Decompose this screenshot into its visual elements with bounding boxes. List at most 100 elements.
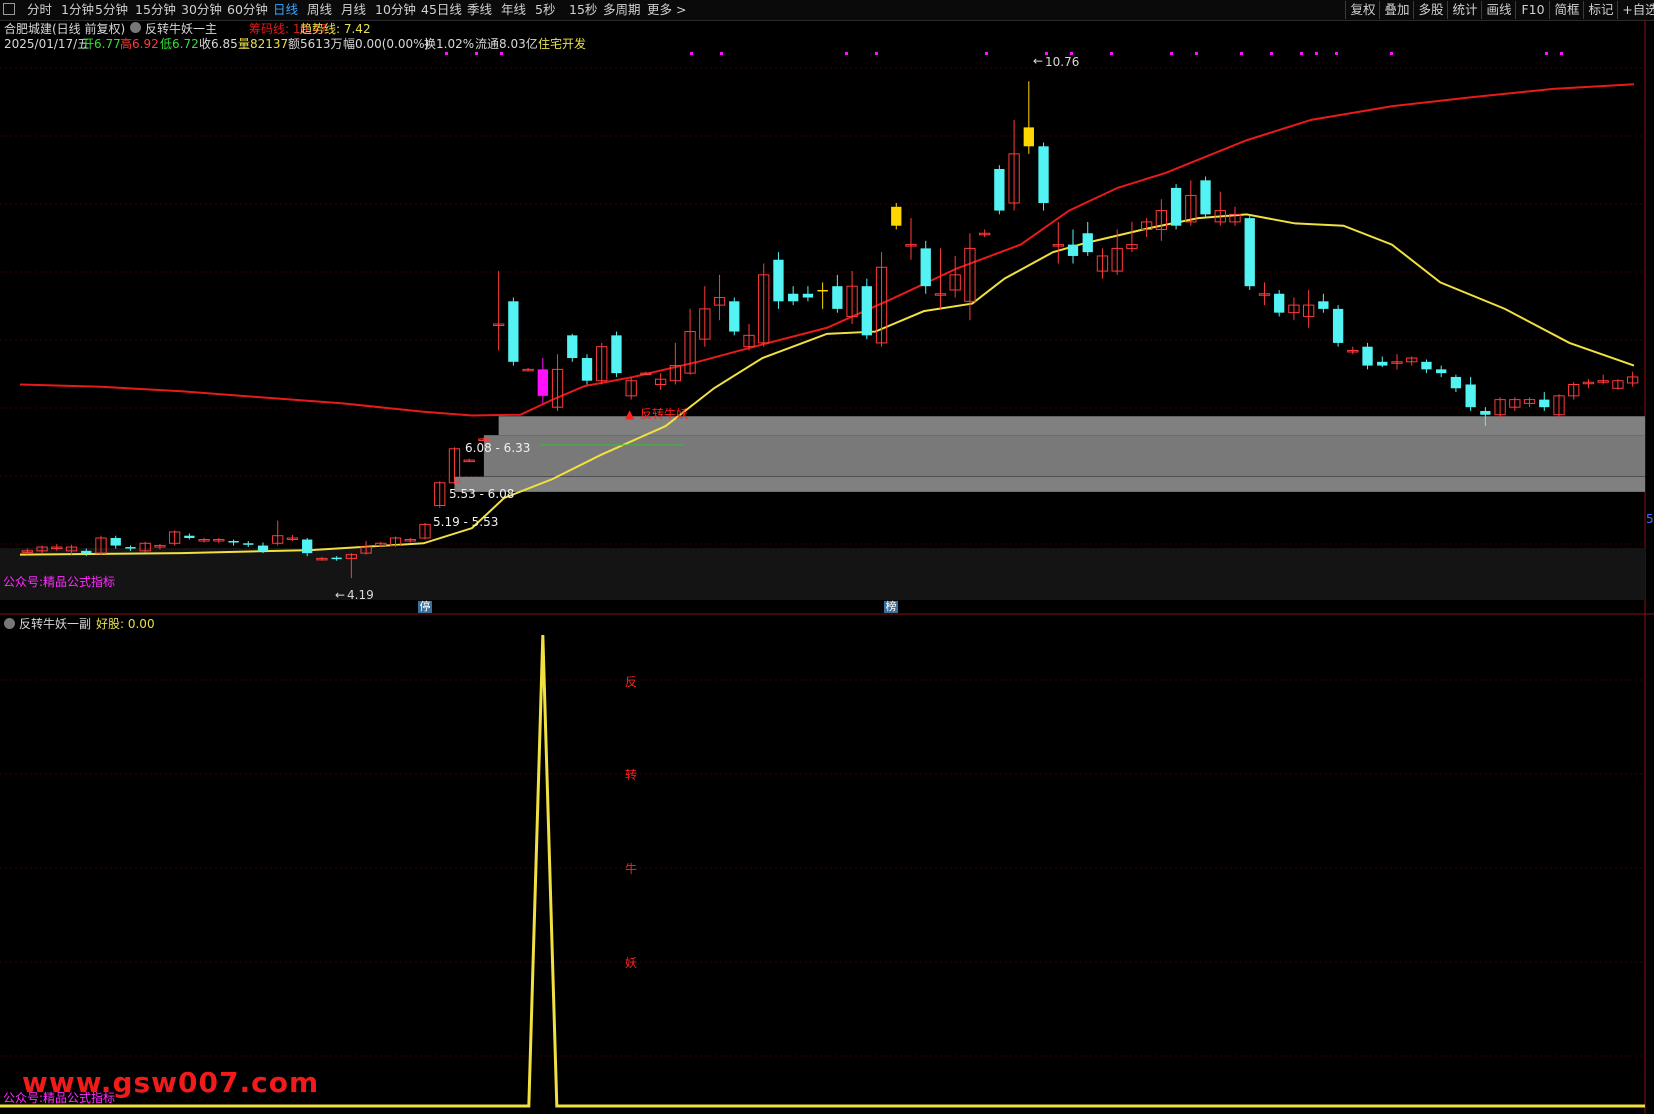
candle-body xyxy=(1023,127,1034,147)
spike-char-4: 妖 xyxy=(625,956,638,970)
signal-dot xyxy=(1300,52,1303,55)
signal-dot xyxy=(1390,52,1393,55)
candle-body xyxy=(1377,361,1388,366)
sub-indicator-value: 好股: 0.00 xyxy=(96,617,155,631)
spike-char-2: 转 xyxy=(625,768,638,782)
candle-body xyxy=(802,293,814,298)
volume-strip xyxy=(0,548,1645,600)
peak-arrow-icon: ← xyxy=(1033,54,1044,68)
right-edge-label: 5 xyxy=(1646,512,1654,526)
candle-body xyxy=(184,535,195,538)
signal-dot xyxy=(1195,52,1198,55)
candle-body xyxy=(243,543,254,545)
candle-body xyxy=(1480,410,1491,415)
quote-open: 开6.77 xyxy=(82,37,121,51)
quote-close: 收6.85 xyxy=(199,37,238,51)
kline-chart[interactable] xyxy=(0,0,1654,1114)
peak-price-label: 10.76 xyxy=(1045,55,1080,69)
quote-float-cap: 流通8.03亿 xyxy=(475,37,538,51)
signal-dot xyxy=(1110,52,1113,55)
signal-dot xyxy=(1240,52,1243,55)
candle-body xyxy=(302,539,313,554)
quote-turnover: 换1.02% xyxy=(424,37,475,51)
quote-sector[interactable]: 住宅开发 xyxy=(538,37,586,51)
signal-dot xyxy=(1170,52,1173,55)
candle-body xyxy=(331,557,342,560)
quote-date: 2025/01/17/五 xyxy=(4,37,90,51)
axis-marker-right[interactable]: 榜 xyxy=(884,601,898,613)
support-zone-lower xyxy=(454,476,1645,492)
signal-dot xyxy=(845,52,848,55)
zone-top-label: 6.08 - 6.33 xyxy=(465,441,531,455)
candle-body xyxy=(832,286,843,309)
low-arrow-icon: ← xyxy=(335,588,346,602)
signal-dot xyxy=(1270,52,1273,55)
candle-body xyxy=(567,335,578,359)
main-watermark: 公众号:精品公式指标 xyxy=(3,575,116,589)
signal-dot xyxy=(985,52,988,55)
candle-body xyxy=(817,289,828,292)
zone-low-label: 5.19 - 5.53 xyxy=(433,515,499,529)
candle-body xyxy=(861,286,872,336)
candle-body xyxy=(1200,180,1211,215)
signal-dot xyxy=(1315,52,1318,55)
candle-body xyxy=(788,293,799,302)
candle-body xyxy=(81,550,92,554)
signal-dot xyxy=(1335,52,1338,55)
spike-char-1: 反 xyxy=(625,675,638,689)
quote-change: 幅0.00(0.00%) xyxy=(343,37,430,51)
signal-dot xyxy=(500,52,503,55)
stock-title: 合肥城建(日线 前复权) xyxy=(4,22,126,36)
candle-body xyxy=(537,369,548,396)
sub-indicator-title[interactable]: 反转牛妖一副 xyxy=(19,617,91,631)
candle-body xyxy=(228,541,239,543)
signal-dot xyxy=(1545,52,1548,55)
signal-dot xyxy=(690,52,693,55)
candle-body xyxy=(110,537,121,546)
signal-dot xyxy=(1560,52,1563,55)
candle-body xyxy=(1436,369,1447,374)
signal-up-icon: ▲ xyxy=(625,407,635,421)
quote-high: 高6.92 xyxy=(120,37,159,51)
candle-body xyxy=(1539,399,1550,408)
signal-label: 反转牛妖 xyxy=(640,407,689,421)
indicator-dropdown-icon[interactable] xyxy=(130,22,141,33)
indicator-name[interactable]: 反转牛妖一主 xyxy=(145,22,217,36)
quote-volume: 量82137 xyxy=(238,37,289,51)
signal-dot xyxy=(475,52,478,55)
candle-body xyxy=(1421,361,1432,370)
signal-dot xyxy=(720,52,723,55)
support-zone-middle xyxy=(483,435,1646,477)
zone-mid-label: 5.53 - 6.08 xyxy=(449,487,515,501)
candle-body xyxy=(125,547,136,549)
axis-marker-left[interactable]: 停 xyxy=(418,601,432,613)
site-watermark: www.gsw007.com xyxy=(22,1066,320,1099)
signal-dot xyxy=(875,52,878,55)
candle-body xyxy=(1274,293,1285,313)
candle-body xyxy=(1332,308,1344,343)
candle-body xyxy=(1082,233,1093,253)
candle-body xyxy=(994,168,1005,211)
low-price-label: 4.19 xyxy=(347,588,374,602)
candle-body xyxy=(1170,187,1182,226)
trend-line-label: 趋势线: 7.42 xyxy=(300,22,371,36)
spike-char-3: 牛 xyxy=(625,862,638,876)
trend-line xyxy=(19,213,1635,556)
cost-line xyxy=(19,83,1635,417)
sub-indicator-line xyxy=(0,634,1645,1108)
candle-body xyxy=(773,259,784,302)
candle-body xyxy=(891,206,902,226)
quote-amount: 额5613万 xyxy=(288,37,343,51)
candle-body xyxy=(611,335,622,374)
candle-body xyxy=(1318,301,1329,309)
candle-body xyxy=(920,248,931,287)
candle-body xyxy=(1465,384,1476,408)
signal-dot xyxy=(445,52,448,55)
sub-indicator-dropdown-icon[interactable] xyxy=(4,618,15,629)
candle-body xyxy=(508,301,519,362)
candle-body xyxy=(1362,346,1373,366)
candle-body xyxy=(1450,376,1462,389)
candle-body xyxy=(729,301,740,332)
quote-low: 低6.72 xyxy=(160,37,199,51)
candle-body xyxy=(1244,218,1255,287)
